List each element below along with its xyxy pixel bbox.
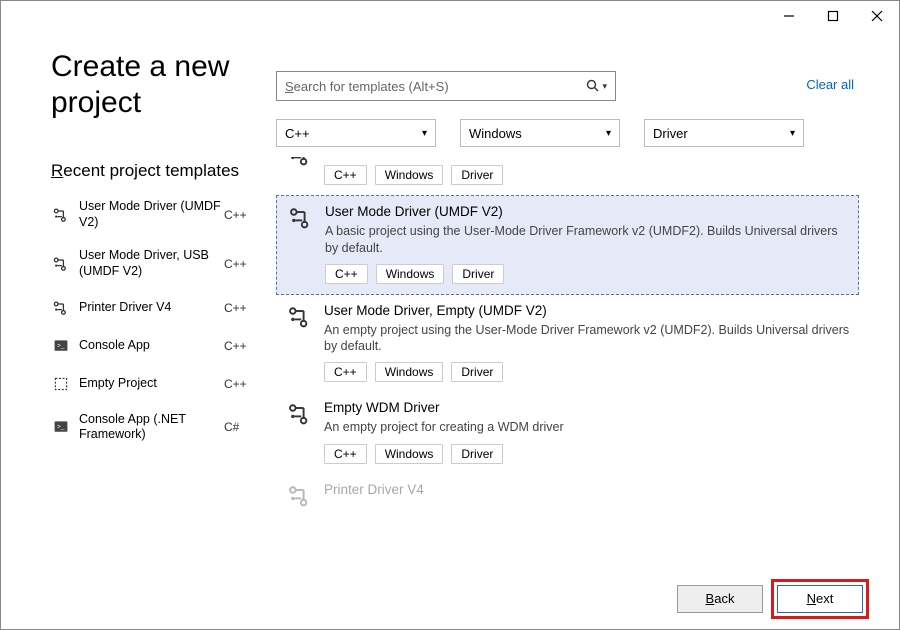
console-icon: >_ <box>51 417 71 437</box>
recent-template-label: Empty Project <box>79 376 224 392</box>
project-type-filter[interactable]: Driver ▾ <box>644 119 804 147</box>
driver-icon <box>282 482 318 508</box>
template-tag: Windows <box>375 362 444 382</box>
driver-icon <box>282 157 318 185</box>
template-result[interactable]: Printer Driver V4 <box>276 474 859 518</box>
close-button[interactable] <box>855 5 899 27</box>
recent-template-item[interactable]: Printer Driver V4C++ <box>51 298 256 318</box>
driver-icon <box>282 400 318 463</box>
recent-template-lang: C++ <box>224 301 256 315</box>
dialog: Create a new project Recent project temp… <box>0 0 900 630</box>
template-result[interactable]: Empty WDM Driver An empty project for cre… <box>276 392 859 473</box>
recent-template-label: User Mode Driver, USB (UMDF V2) <box>79 248 224 279</box>
template-tag: C++ <box>324 362 367 382</box>
recent-template-lang: C++ <box>224 257 256 271</box>
template-tag: Driver <box>451 444 503 464</box>
maximize-button[interactable] <box>811 5 855 27</box>
template-tag: Windows <box>375 165 444 185</box>
template-description: An empty project using the User-Mode Dri… <box>324 322 853 355</box>
chevron-down-icon: ▾ <box>422 128 427 139</box>
titlebar <box>1 1 899 31</box>
template-tag: C++ <box>325 264 368 284</box>
search-icon[interactable] <box>586 79 600 93</box>
template-result[interactable]: User Mode Driver, Empty (UMDF V2) An empt… <box>276 295 859 393</box>
back-button[interactable]: Back <box>677 585 763 613</box>
driver-icon <box>51 254 71 274</box>
template-description: An empty project for creating a WDM driv… <box>324 419 853 435</box>
template-tag: Windows <box>376 264 445 284</box>
template-title: User Mode Driver (UMDF V2) <box>325 204 852 219</box>
recent-template-lang: C++ <box>224 339 256 353</box>
template-result[interactable]: drivers by default.C++WindowsDriver <box>276 157 859 195</box>
template-tag: Driver <box>452 264 504 284</box>
template-title: Printer Driver V4 <box>324 482 853 497</box>
page-title: Create a new project <box>51 49 256 121</box>
clear-all-link[interactable]: Clear all <box>806 77 854 92</box>
recent-template-lang: C++ <box>224 377 256 391</box>
template-tag: Driver <box>451 362 503 382</box>
template-tag: C++ <box>324 444 367 464</box>
recent-template-label: Printer Driver V4 <box>79 300 224 316</box>
template-tag: C++ <box>324 165 367 185</box>
recent-template-label: User Mode Driver (UMDF V2) <box>79 199 224 230</box>
chevron-down-icon: ▾ <box>606 128 611 139</box>
language-filter[interactable]: C++ ▾ <box>276 119 436 147</box>
search-dropdown-icon[interactable]: ▾ <box>602 81 607 92</box>
template-title: Empty WDM Driver <box>324 400 853 415</box>
recent-template-lang: C++ <box>224 208 256 222</box>
recent-template-item[interactable]: User Mode Driver (UMDF V2)C++ <box>51 199 256 230</box>
search-placeholder: Search for templates (Alt+S) <box>285 79 586 94</box>
recent-template-item[interactable]: Empty ProjectC++ <box>51 374 256 394</box>
search-input[interactable]: Search for templates (Alt+S) ▾ <box>276 71 616 101</box>
template-result[interactable]: User Mode Driver (UMDF V2) A basic projec… <box>276 195 859 295</box>
svg-text:>_: >_ <box>57 424 65 431</box>
next-button-highlight: Next <box>771 579 869 619</box>
empty-icon <box>51 374 71 394</box>
recent-templates-header: Recent project templates <box>51 161 256 181</box>
minimize-button[interactable] <box>767 5 811 27</box>
recent-template-label: Console App <box>79 338 224 354</box>
svg-text:>_: >_ <box>57 342 65 349</box>
console-icon: >_ <box>51 336 71 356</box>
driver-icon <box>282 303 318 383</box>
driver-icon <box>283 204 319 284</box>
template-tag: Driver <box>451 165 503 185</box>
recent-template-item[interactable]: User Mode Driver, USB (UMDF V2)C++ <box>51 248 256 279</box>
footer: Back Next <box>1 568 899 629</box>
recent-template-lang: C# <box>224 420 256 434</box>
template-title: User Mode Driver, Empty (UMDF V2) <box>324 303 853 318</box>
recent-template-item[interactable]: >_ Console AppC++ <box>51 336 256 356</box>
driver-icon <box>51 298 71 318</box>
template-description: A basic project using the User-Mode Driv… <box>325 223 852 256</box>
recent-template-item[interactable]: >_ Console App (.NET Framework)C# <box>51 412 256 443</box>
results-panel: drivers by default.C++WindowsDriverUser … <box>276 157 859 579</box>
template-tag: Windows <box>375 444 444 464</box>
chevron-down-icon: ▾ <box>790 128 795 139</box>
platform-filter[interactable]: Windows ▾ <box>460 119 620 147</box>
driver-icon <box>51 205 71 225</box>
recent-template-label: Console App (.NET Framework) <box>79 412 224 443</box>
next-button[interactable]: Next <box>777 585 863 613</box>
